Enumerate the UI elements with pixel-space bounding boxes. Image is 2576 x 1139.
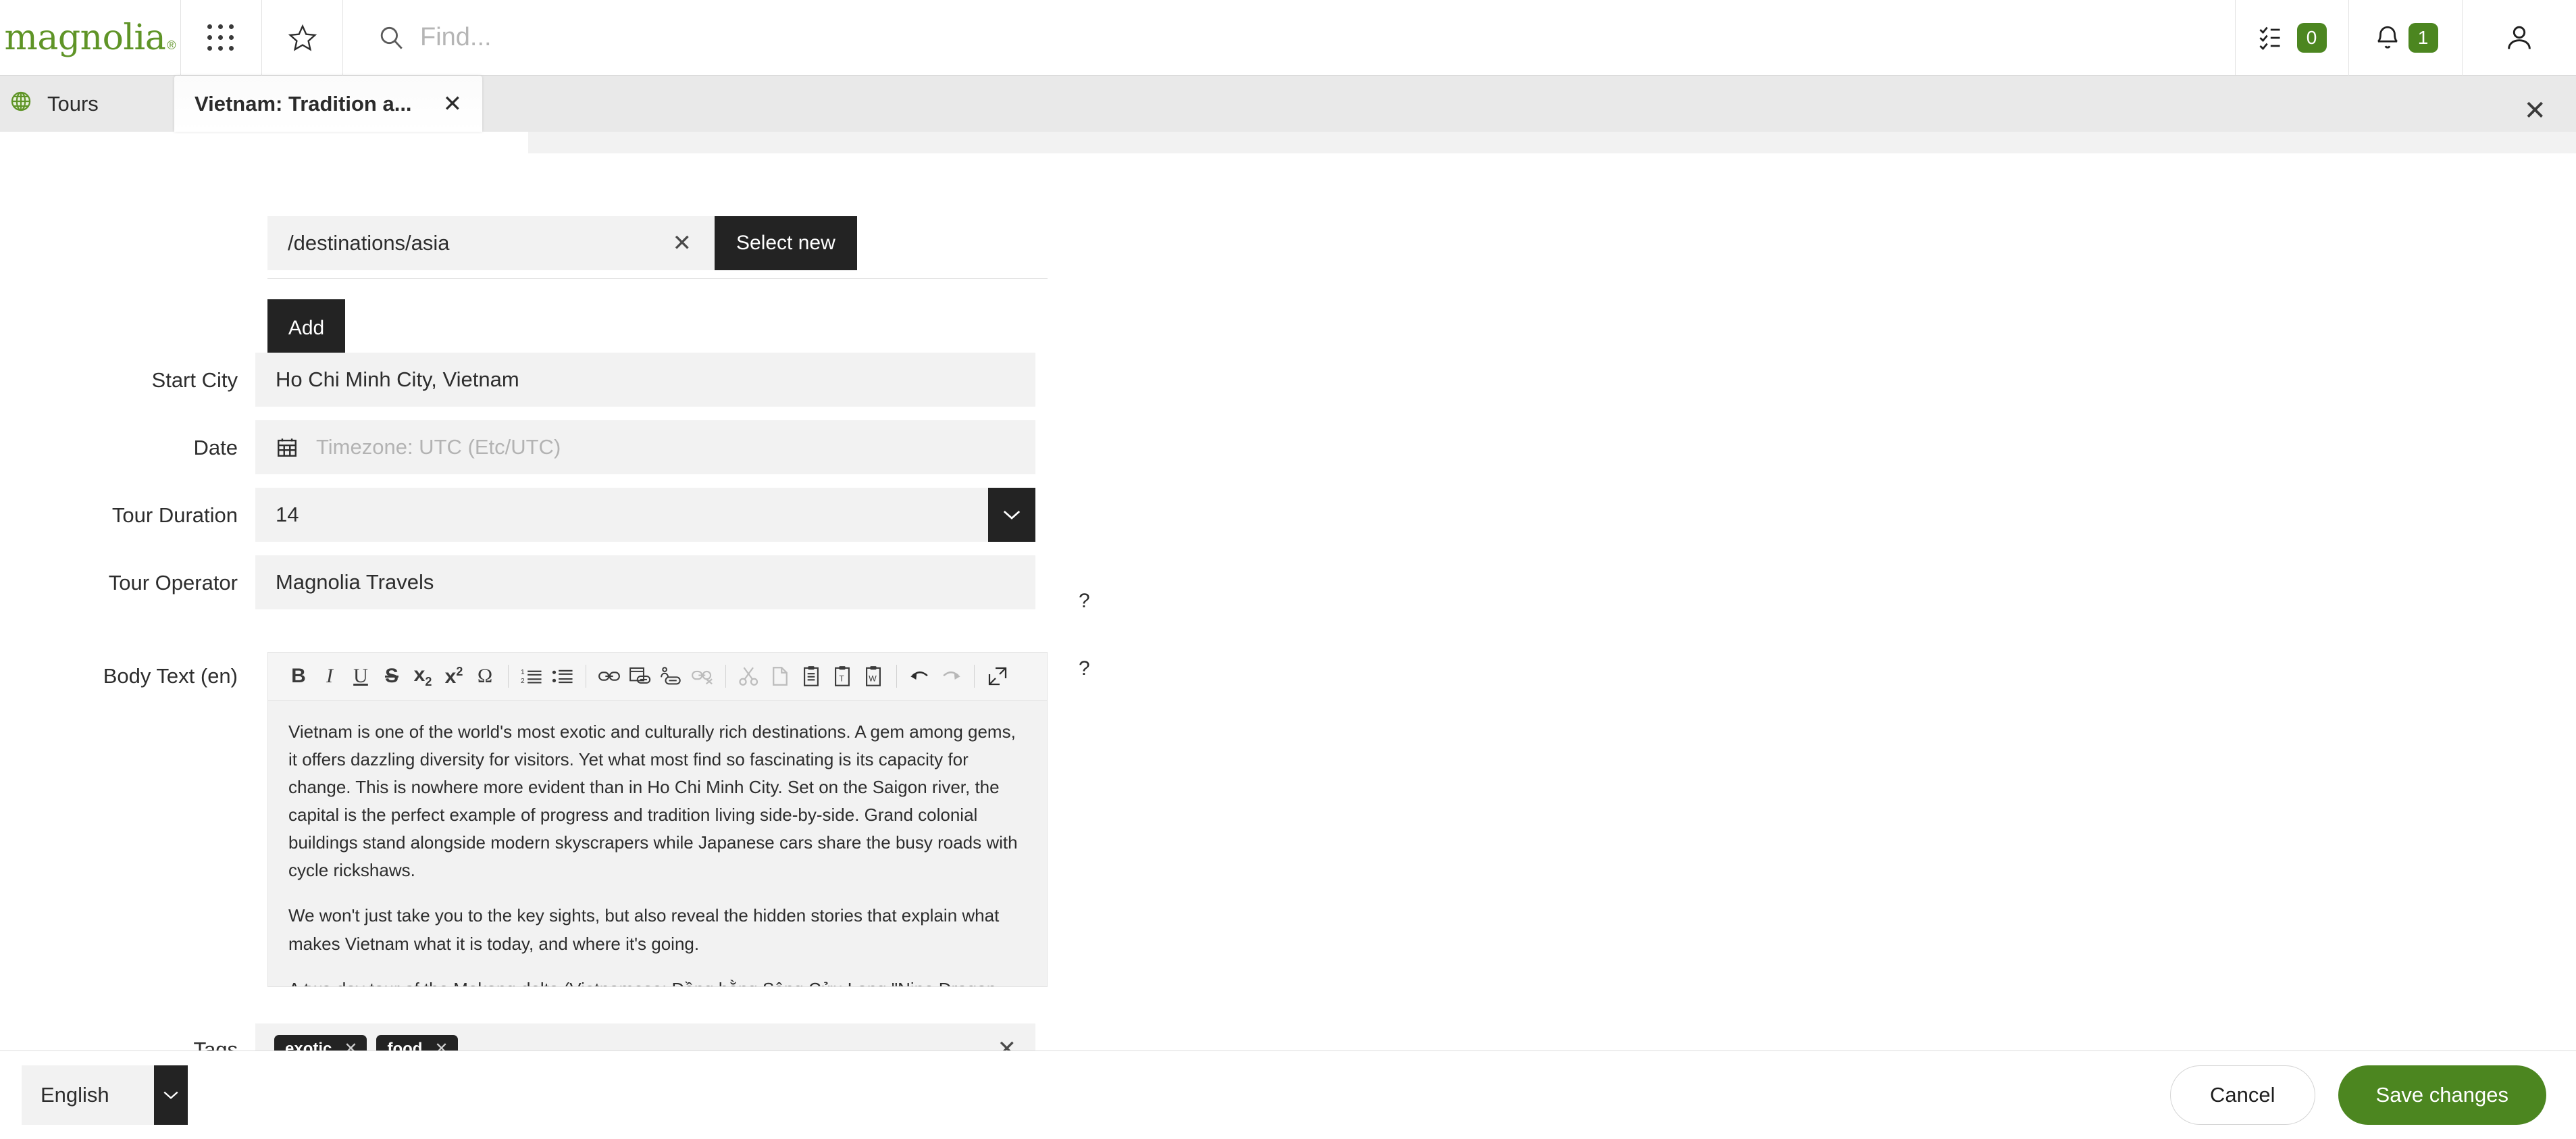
- tour-duration-value[interactable]: 14: [255, 488, 988, 542]
- copy-icon[interactable]: [765, 661, 796, 692]
- link-icon[interactable]: [594, 661, 625, 692]
- user-menu-button[interactable]: [2463, 0, 2576, 76]
- chevron-down-icon[interactable]: [154, 1065, 188, 1125]
- tab-vietnam-label: Vietnam: Tradition a...: [195, 91, 412, 116]
- user-avatar-icon: [2508, 26, 2531, 49]
- chevron-down-icon[interactable]: [988, 488, 1035, 542]
- tour-operator-label: Tour Operator: [108, 570, 238, 594]
- date-placeholder: Timezone: UTC (Etc/UTC): [316, 435, 561, 459]
- start-city-input[interactable]: Ho Chi Minh City, Vietnam: [255, 353, 1035, 407]
- link-path-field[interactable]: /destinations/asia ✕: [267, 216, 715, 270]
- tasks-button[interactable]: 0: [2236, 0, 2349, 76]
- clear-link-icon[interactable]: ✕: [673, 232, 692, 255]
- svg-text:2: 2: [521, 678, 525, 685]
- bell-icon: [2377, 26, 2398, 49]
- paste-icon[interactable]: [796, 661, 827, 692]
- rich-text-editor: B I U S x2 x2 Ω 1 2 T W Vietnam is one o…: [267, 652, 1048, 987]
- tasks-checklist-icon: [2259, 26, 2280, 51]
- toolbar-separator: [896, 665, 897, 688]
- field-row-start-city: Start City Ho Chi Minh City, Vietnam: [0, 353, 1035, 407]
- italic-icon[interactable]: I: [314, 661, 345, 692]
- logo-wordmark: magnolia: [4, 18, 166, 58]
- special-character-icon[interactable]: Ω: [469, 661, 500, 692]
- language-value[interactable]: English: [22, 1065, 154, 1125]
- svg-text:1: 1: [521, 669, 525, 676]
- magnolia-logo[interactable]: magnolia ®: [0, 0, 181, 76]
- redo-icon[interactable]: [935, 661, 967, 692]
- save-changes-button[interactable]: Save changes: [2338, 1065, 2546, 1125]
- footer-actions: Cancel Save changes: [2170, 1065, 2546, 1125]
- link-path-value: /destinations/asia: [288, 231, 450, 255]
- add-button-wrap: Add: [267, 299, 345, 357]
- tab-bar: Tours Vietnam: Tradition a... ✕: [0, 76, 2576, 132]
- apps-grid-icon: [207, 24, 235, 52]
- cut-icon[interactable]: [733, 661, 765, 692]
- select-new-button[interactable]: Select new: [715, 216, 857, 270]
- close-dialog-icon[interactable]: ✕: [2523, 97, 2546, 124]
- body-paragraph: Vietnam is one of the world's most exoti…: [288, 722, 1018, 881]
- body-text-help-icon[interactable]: ?: [1079, 657, 1090, 680]
- language-selector[interactable]: English: [22, 1065, 188, 1125]
- body-paragraph: A two day tour of the Mekong delta (Viet…: [288, 976, 1027, 986]
- tab-vietnam-tradition[interactable]: Vietnam: Tradition a... ✕: [174, 76, 483, 132]
- toolbar-separator: [974, 665, 975, 688]
- notifications-badge: 1: [2408, 23, 2438, 53]
- global-search[interactable]: [343, 0, 2236, 75]
- internal-link-icon[interactable]: [625, 661, 656, 692]
- add-button[interactable]: Add: [267, 299, 345, 357]
- strikethrough-icon[interactable]: S: [376, 661, 407, 692]
- numbered-list-icon[interactable]: 1 2: [516, 661, 547, 692]
- search-icon: [380, 26, 403, 49]
- toolbar-separator: [508, 665, 509, 688]
- field-row-date: Date Timezone: UTC (Etc/UTC): [0, 420, 1035, 474]
- edit-dialog-form: /destinations/asia ✕ Select new Add Star…: [0, 108, 2576, 1075]
- subscript-icon[interactable]: x2: [407, 661, 438, 692]
- notifications-button[interactable]: 1: [2349, 0, 2463, 76]
- paste-as-text-icon[interactable]: T: [827, 661, 858, 692]
- globe-icon: [9, 90, 32, 118]
- tab-tours-label: Tours: [47, 91, 99, 116]
- tour-duration-label: Tour Duration: [111, 503, 238, 527]
- favorites-button[interactable]: [262, 0, 343, 76]
- bold-icon[interactable]: B: [283, 661, 314, 692]
- toolbar-separator: [725, 665, 726, 688]
- svg-text:T: T: [839, 674, 844, 683]
- superscript-icon[interactable]: x2: [438, 661, 469, 692]
- date-input[interactable]: Timezone: UTC (Etc/UTC): [255, 420, 1035, 474]
- registered-mark-icon: ®: [167, 39, 176, 52]
- close-tab-icon[interactable]: ✕: [443, 93, 463, 116]
- date-label: Date: [193, 435, 238, 459]
- star-icon: [288, 24, 317, 51]
- anchor-link-icon[interactable]: [656, 661, 687, 692]
- search-input[interactable]: [420, 23, 960, 52]
- field-row-tour-duration: Tour Duration 14: [0, 488, 1035, 542]
- cancel-button[interactable]: Cancel: [2170, 1065, 2315, 1125]
- fullscreen-icon[interactable]: [982, 661, 1013, 692]
- rte-toolbar: B I U S x2 x2 Ω 1 2 T W: [267, 652, 1048, 701]
- tasks-badge: 0: [2296, 23, 2327, 53]
- body-text-label: Body Text (en): [103, 663, 238, 688]
- tour-operator-input[interactable]: Magnolia Travels: [255, 555, 1035, 609]
- underline-icon[interactable]: U: [345, 661, 376, 692]
- paste-from-word-icon[interactable]: W: [858, 661, 889, 692]
- link-field-row: /destinations/asia ✕ Select new: [267, 216, 857, 270]
- unlink-icon[interactable]: [687, 661, 718, 692]
- bulleted-list-icon[interactable]: [547, 661, 578, 692]
- field-divider: [267, 278, 1048, 279]
- tab-tours[interactable]: Tours: [0, 76, 174, 132]
- apps-grid-button[interactable]: [181, 0, 262, 76]
- calendar-icon[interactable]: [276, 436, 299, 459]
- field-row-tour-operator: Tour Operator Magnolia Travels: [0, 555, 1035, 609]
- start-city-label: Start City: [151, 368, 238, 392]
- tour-duration-select[interactable]: 14: [255, 488, 1035, 542]
- app-header: magnolia ® 0 1: [0, 0, 2576, 76]
- undo-icon[interactable]: [904, 661, 935, 692]
- body-paragraph: We won't just take you to the key sights…: [288, 905, 1000, 954]
- tour-operator-help-icon[interactable]: ?: [1079, 590, 1090, 613]
- svg-text:W: W: [869, 674, 877, 683]
- rte-content-area[interactable]: Vietnam is one of the world's most exoti…: [267, 701, 1048, 987]
- dialog-footer: English Cancel Save changes: [0, 1051, 2576, 1139]
